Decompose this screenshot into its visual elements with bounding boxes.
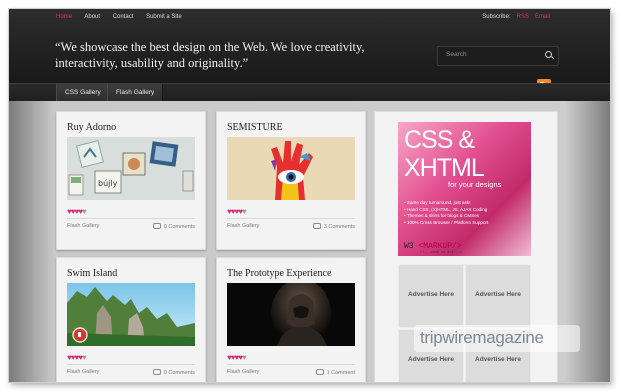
card-title[interactable]: Swim Island (67, 268, 117, 279)
card-thumbnail[interactable] (227, 137, 355, 200)
nav-about[interactable]: About (84, 14, 100, 20)
banner-feature: • Themes & skins for blogs & CMSes (404, 213, 480, 219)
watermark: tripwiremagazine (414, 325, 580, 352)
banner-heading-2: XHTML (404, 154, 485, 182)
divider (227, 218, 355, 219)
nav-contact[interactable]: Contact (113, 14, 134, 20)
divider (227, 364, 355, 365)
banner-features: • Same day turnaround, just ask! • Hand … (404, 200, 488, 226)
banner-brand-tagline: <!-- code is art --> (420, 251, 463, 255)
top-nav: Home About Contact Submit a Site (56, 14, 193, 20)
rating-hearts[interactable]: ♥♥♥♥♥ (67, 207, 87, 216)
search-icon[interactable] (545, 51, 552, 58)
search-box[interactable]: Search (437, 46, 559, 66)
card-comments[interactable]: 1 Comment (315, 369, 355, 376)
banner-feature: • Hand CSS, (X)HTML, JS, AJAX Coding (404, 206, 488, 212)
prototype-experience-artwork (227, 283, 355, 346)
card-thumbnail[interactable]: bújly (67, 137, 195, 200)
svg-text:bújly: bújly (98, 179, 118, 188)
advertise-slot[interactable]: Advertise Here (398, 264, 464, 328)
card-title[interactable]: Ruy Adorno (67, 122, 116, 133)
card-category[interactable]: Flash Gallery (227, 223, 259, 229)
comment-count[interactable]: 0 Comments (164, 224, 195, 230)
divider (67, 364, 195, 365)
advertise-slot[interactable]: Advertise Here (465, 264, 531, 328)
rating-hearts[interactable]: ♥♥♥♥♥ (227, 353, 247, 362)
gallery-card[interactable]: Swim Island ♥♥♥♥♥ Flash Gallery 0 Commen… (56, 257, 206, 382)
card-thumbnail[interactable] (227, 283, 355, 346)
comment-icon (312, 223, 321, 229)
nav-home[interactable]: Home (56, 14, 72, 20)
nav-submit[interactable]: Submit a Site (146, 14, 182, 20)
css-xhtml-ad-banner[interactable]: CSS & XHTML for your designs • Same day … (398, 122, 531, 256)
banner-feature: • 100% Cross Browser / Platform Support (404, 219, 489, 225)
browser-frame: Home About Contact Submit a Site Subscri… (9, 9, 610, 382)
card-title[interactable]: SEMISTURE (227, 122, 283, 133)
comment-icon (152, 223, 161, 229)
rating-hearts[interactable]: ♥♥♥♥♥ (227, 207, 247, 216)
banner-feature: • Same day turnaround, just ask! (404, 200, 471, 205)
comment-count[interactable]: 1 Comment (327, 370, 355, 376)
gallery-card[interactable]: Ruy Adorno bújly ♥♥♥♥♥ Flash Gallery 0 C… (56, 111, 206, 250)
card-category[interactable]: Flash Gallery (67, 223, 99, 229)
banner-heading-1: CSS & (404, 126, 475, 154)
comment-icon (315, 369, 324, 375)
banner-subheading: for your designs (448, 180, 502, 189)
comment-count[interactable]: 0 Comments (164, 370, 195, 376)
tab-flash-gallery[interactable]: Flash Gallery (107, 84, 164, 102)
tab-css-gallery[interactable]: CSS Gallery (56, 84, 110, 102)
rss-link[interactable]: RSS (517, 14, 529, 20)
card-category[interactable]: Flash Gallery (227, 369, 259, 375)
card-comments[interactable]: 3 Comments (312, 223, 355, 230)
comment-icon (152, 369, 161, 375)
advertise-grid: Advertise Here Advertise Here Advertise … (398, 264, 531, 382)
rating-hearts[interactable]: ♥♥♥♥♥ (67, 353, 87, 362)
card-category[interactable]: Flash Gallery (67, 369, 99, 375)
subscribe-label: Subscribe: (482, 14, 511, 20)
card-comments[interactable]: 0 Comments (152, 369, 195, 376)
card-title[interactable]: The Prototype Experience (227, 268, 331, 279)
subscribe-links: Subscribe: RSS Email (482, 14, 550, 20)
banner-brand: W3 <MARKUP/> (404, 242, 462, 251)
search-input[interactable]: Search (446, 51, 467, 58)
comment-count[interactable]: 3 Comments (324, 224, 355, 230)
ruy-adorno-artwork: bújly (67, 137, 195, 200)
site-tagline: “We showcase the best design on the Web.… (55, 40, 365, 70)
swim-island-artwork (67, 283, 195, 346)
card-thumbnail[interactable] (67, 283, 195, 346)
gallery-menu: CSS Gallery Flash Gallery (9, 83, 610, 102)
divider (67, 218, 195, 219)
gallery-card[interactable]: The Prototype Experience ♥♥♥♥♥ Flash Gal… (216, 257, 366, 382)
semisture-artwork (227, 137, 355, 200)
gallery-card[interactable]: SEMISTURE ♥♥♥♥♥ Flash Gallery 3 Comments (216, 111, 366, 250)
card-comments[interactable]: 0 Comments (152, 223, 195, 230)
email-link[interactable]: Email (535, 14, 550, 20)
